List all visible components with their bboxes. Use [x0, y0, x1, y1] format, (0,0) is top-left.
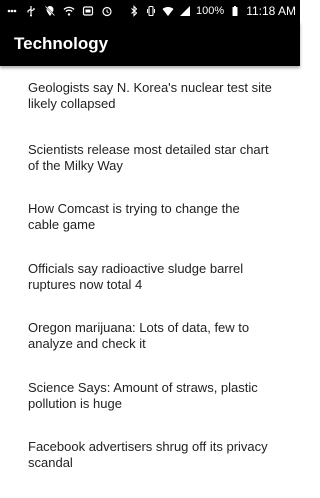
dots-icon — [6, 5, 18, 17]
list-item[interactable]: Oregon marijuana: Lots of data, few to a… — [0, 304, 300, 364]
list-item[interactable]: Facebook advertisers shrug off its priva… — [0, 423, 300, 483]
battery-percent: 100% — [196, 5, 225, 17]
battery-icon — [229, 5, 241, 17]
article-list: Geologists say N. Korea's nuclear test s… — [0, 66, 300, 498]
wifi-icon — [162, 5, 174, 17]
list-item[interactable]: Officials say radioactive sludge barrel … — [0, 245, 300, 305]
status-bar: 100% 11:18 AM — [0, 0, 300, 22]
page-title: Technology — [14, 34, 109, 53]
vibrate-icon — [145, 5, 157, 17]
bluetooth-icon — [128, 5, 140, 17]
list-item[interactable]: How Comcast is trying to change the cabl… — [0, 185, 300, 245]
list-item[interactable]: Science Says: Amount of straws, plastic … — [0, 364, 300, 424]
list-item[interactable]: Geologists say N. Korea's nuclear test s… — [0, 66, 300, 126]
list-item[interactable]: Scientists release most detailed star ch… — [0, 126, 300, 186]
status-bar-notifications — [6, 5, 128, 17]
signal-icon — [179, 5, 191, 17]
alarm-icon — [101, 5, 113, 17]
status-bar-system: 100% 11:18 AM — [128, 4, 296, 18]
location-off-icon — [44, 5, 56, 17]
app-bar: Technology — [0, 22, 300, 66]
usb-icon — [25, 5, 37, 17]
status-time: 11:18 AM — [246, 4, 296, 18]
wifi-off-icon — [63, 5, 75, 17]
box-icon — [82, 5, 94, 17]
